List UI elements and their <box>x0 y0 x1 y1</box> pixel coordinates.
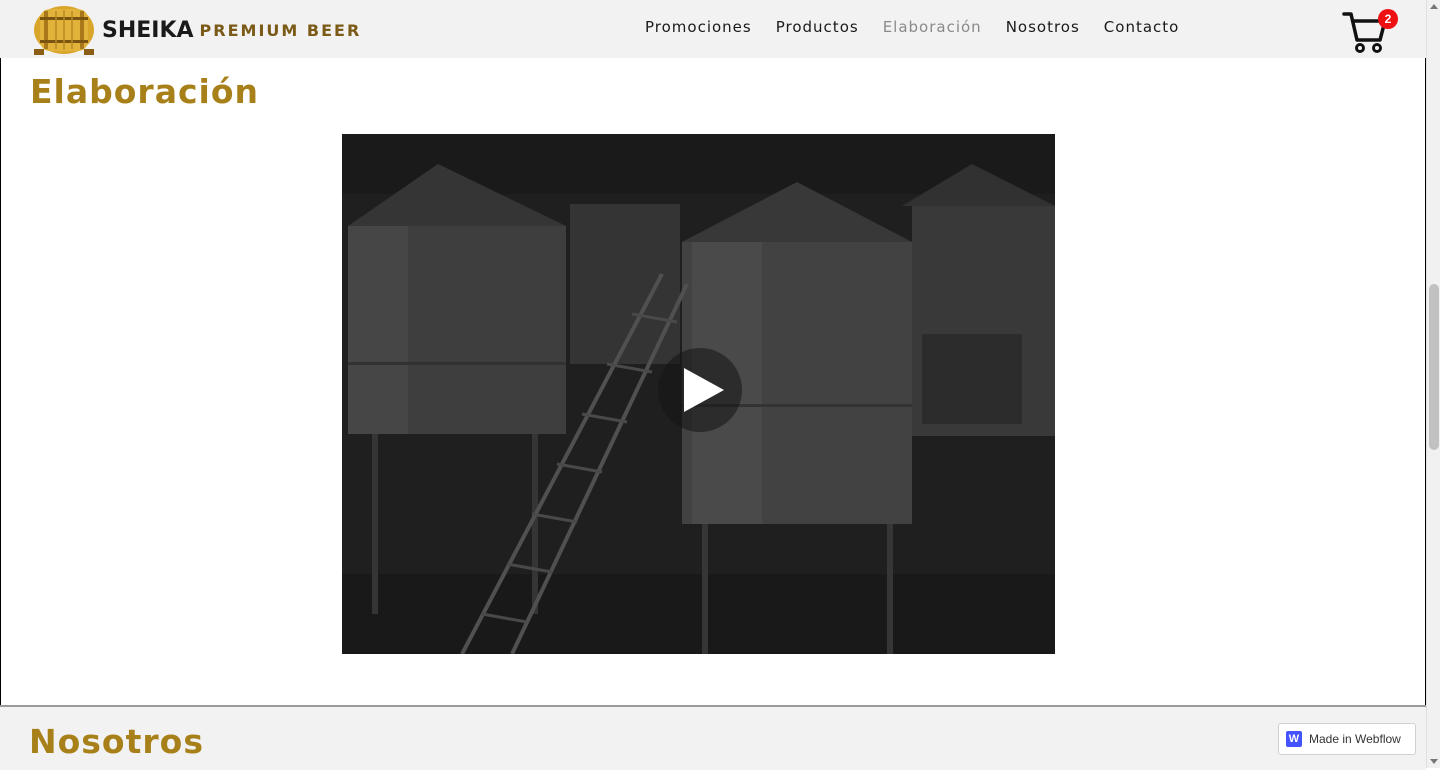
scroll-down-arrow-icon[interactable] <box>1430 759 1438 764</box>
brand-name: SHEIKA <box>102 17 194 43</box>
cart-count-badge: 2 <box>1378 9 1398 29</box>
cart-button[interactable]: 2 <box>1342 8 1400 56</box>
nav-nosotros[interactable]: Nosotros <box>1006 18 1080 36</box>
nav-contacto[interactable]: Contacto <box>1104 18 1180 36</box>
section-title: Elaboración <box>30 72 259 111</box>
made-in-webflow-badge[interactable]: W Made in Webflow <box>1278 723 1416 755</box>
webflow-icon: W <box>1286 731 1302 747</box>
logo[interactable]: SHEIKA PREMIUM BEER <box>30 2 361 58</box>
nosotros-section: Nosotros <box>0 705 1426 770</box>
video-player[interactable] <box>342 134 1055 654</box>
page-scrollbar[interactable] <box>1426 0 1440 768</box>
play-button[interactable] <box>658 348 742 432</box>
section-title-nosotros: Nosotros <box>29 722 204 761</box>
webflow-badge-label: Made in Webflow <box>1309 732 1401 746</box>
main-nav: Promociones Productos Elaboración Nosotr… <box>645 18 1203 36</box>
nav-promociones[interactable]: Promociones <box>645 18 752 36</box>
site-header: SHEIKA PREMIUM BEER Promociones Producto… <box>0 0 1426 58</box>
scroll-up-arrow-icon[interactable] <box>1430 4 1438 9</box>
scrollbar-thumb[interactable] <box>1429 284 1439 450</box>
nav-elaboracion[interactable]: Elaboración <box>883 18 982 36</box>
elaboracion-section: Elaboración <box>0 58 1426 705</box>
barrel-logo-icon <box>34 6 94 55</box>
nav-productos[interactable]: Productos <box>776 18 859 36</box>
brand-tagline: PREMIUM BEER <box>199 20 362 40</box>
play-icon <box>684 368 724 412</box>
